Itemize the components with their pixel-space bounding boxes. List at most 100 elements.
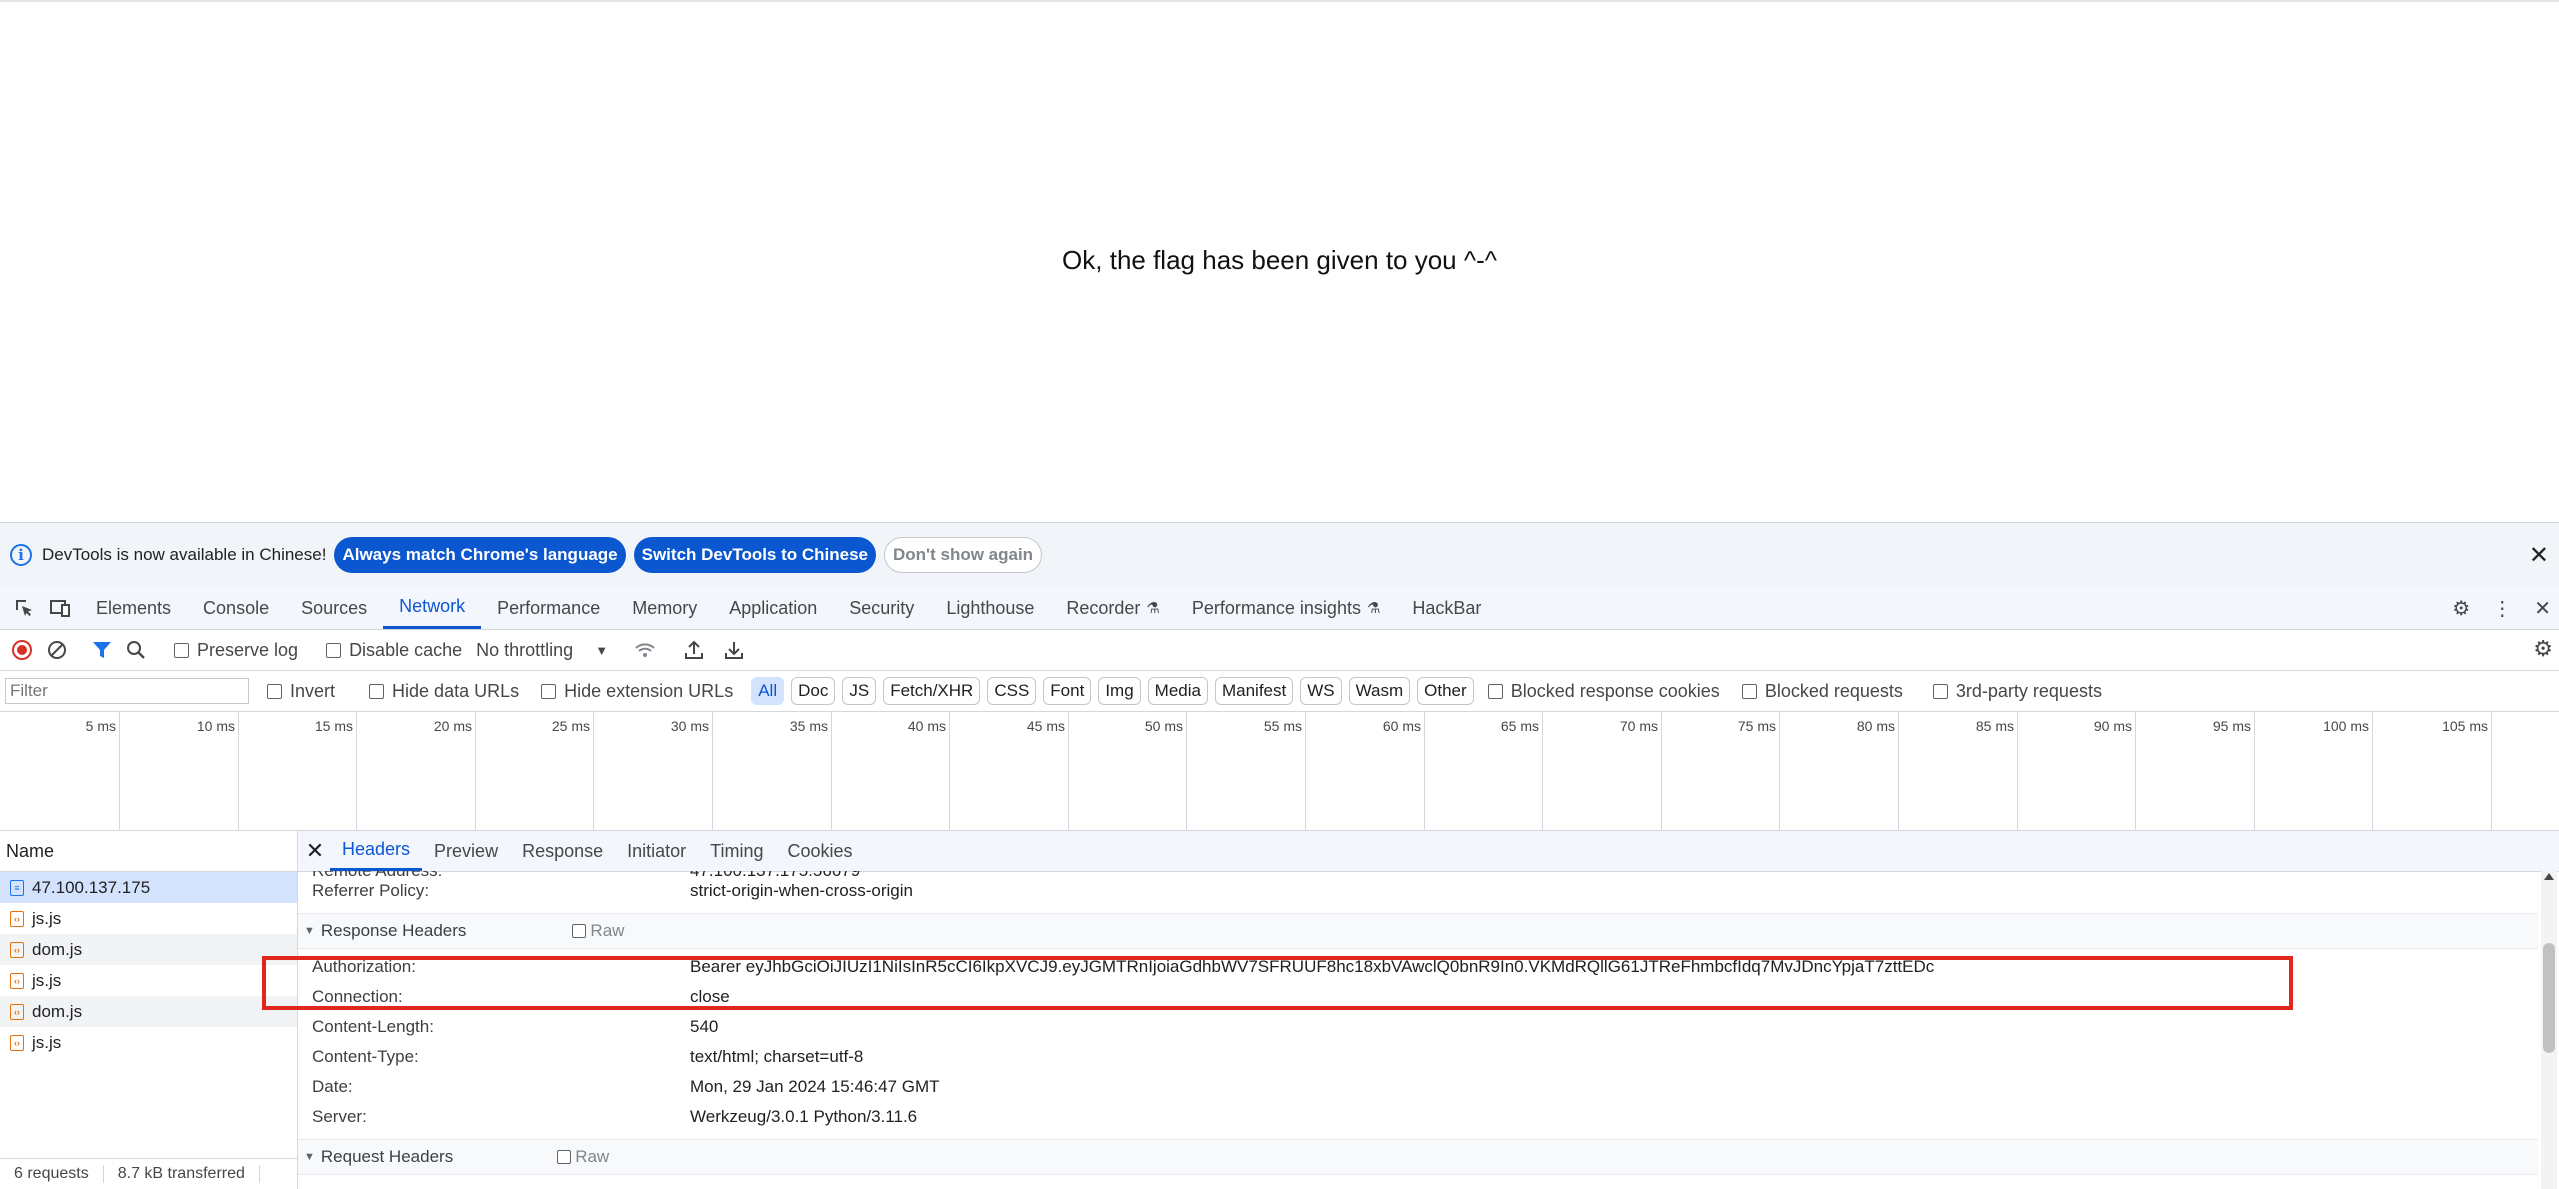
throttling-select[interactable]: No throttling ▼: [476, 640, 608, 661]
filter-type-js[interactable]: JS: [842, 677, 877, 705]
timeline-tick: 85 ms: [1976, 712, 2018, 830]
import-har-icon[interactable]: [684, 640, 704, 660]
filter-icon[interactable]: [92, 640, 112, 660]
hide-extension-urls-box[interactable]: [541, 683, 557, 699]
disable-cache-checkbox[interactable]: Disable cache: [326, 640, 462, 661]
close-details-icon[interactable]: ✕: [300, 838, 330, 864]
script-icon: ‹›: [10, 1003, 24, 1020]
timeline-tick: 80 ms: [1857, 712, 1899, 830]
tab-memory[interactable]: Memory: [616, 587, 713, 629]
raw-checkbox[interactable]: [557, 1150, 572, 1164]
scroll-up-arrow-icon[interactable]: [2544, 873, 2554, 880]
timeline-tick: 30 ms: [671, 712, 713, 830]
header-value: Mon, 29 Jan 2024 15:46:47 GMT: [690, 1077, 940, 1096]
switch-language-button[interactable]: Switch DevTools to Chinese: [633, 537, 877, 573]
filter-input[interactable]: [5, 678, 249, 704]
header-key: Date:: [312, 1077, 353, 1096]
export-har-icon[interactable]: [724, 640, 744, 660]
response-headers-section[interactable]: ▼ Response Headers Raw: [298, 913, 2538, 949]
tab-initiator[interactable]: Initiator: [615, 831, 698, 871]
filter-bar: Invert Hide data URLs Hide extension URL…: [0, 671, 2559, 712]
device-toolbar-icon[interactable]: [48, 596, 72, 620]
details-tabbar: ✕ Headers Preview Response Initiator Tim…: [298, 831, 2559, 872]
third-party-checkbox[interactable]: 3rd-party requests: [1932, 681, 2102, 702]
clear-icon[interactable]: [46, 639, 68, 661]
filter-type-fetch-xhr[interactable]: Fetch/XHR: [883, 677, 981, 705]
filter-type-ws[interactable]: WS: [1300, 677, 1342, 705]
record-icon[interactable]: [12, 640, 32, 660]
dont-show-again-button[interactable]: Don't show again: [884, 537, 1043, 573]
raw-toggle[interactable]: Raw: [557, 1147, 609, 1167]
scroll-thumb[interactable]: [2543, 943, 2555, 1053]
filter-type-media[interactable]: Media: [1147, 677, 1208, 705]
invert-box[interactable]: [267, 683, 282, 699]
request-headers-section[interactable]: ▼ Request Headers Raw: [298, 1139, 2538, 1175]
name-column-header[interactable]: Name: [0, 831, 297, 872]
blocked-response-cookies-box[interactable]: [1487, 683, 1503, 699]
request-row[interactable]: ‹› js.js: [0, 903, 297, 934]
tab-lighthouse[interactable]: Lighthouse: [930, 587, 1050, 629]
blocked-response-cookies-checkbox[interactable]: Blocked response cookies: [1487, 680, 1720, 702]
tab-elements[interactable]: Elements: [80, 587, 187, 629]
tab-recorder[interactable]: Recorder ⚗: [1050, 587, 1175, 629]
filter-type-manifest[interactable]: Manifest: [1214, 677, 1294, 705]
filter-type-wasm[interactable]: Wasm: [1348, 677, 1411, 705]
tab-cookies[interactable]: Cookies: [776, 831, 865, 871]
request-row[interactable]: ‹› dom.js: [0, 996, 297, 1027]
tab-console[interactable]: Console: [187, 587, 285, 629]
network-conditions-icon[interactable]: [634, 640, 656, 660]
raw-toggle[interactable]: Raw: [572, 921, 624, 941]
close-icon[interactable]: ✕: [2529, 541, 2549, 570]
match-language-button[interactable]: Always match Chrome's language: [334, 537, 626, 573]
request-row[interactable]: ‹› js.js: [0, 965, 297, 996]
hide-extension-urls-checkbox[interactable]: Hide extension URLs: [541, 681, 733, 702]
search-icon[interactable]: [126, 640, 146, 660]
tab-performance-insights[interactable]: Performance insights ⚗: [1176, 587, 1397, 629]
request-row[interactable]: ≡ 47.100.137.175: [0, 872, 297, 903]
request-row[interactable]: ‹› dom.js: [0, 934, 297, 965]
disable-cache-box[interactable]: [326, 642, 342, 658]
tab-preview[interactable]: Preview: [422, 831, 510, 871]
hide-data-urls-checkbox[interactable]: Hide data URLs: [369, 681, 519, 702]
tab-security[interactable]: Security: [833, 587, 930, 629]
timeline-tick: 95 ms: [2213, 712, 2255, 830]
tab-sources[interactable]: Sources: [285, 587, 383, 629]
hide-data-urls-box[interactable]: [369, 683, 385, 699]
header-value: strict-origin-when-cross-origin: [690, 881, 913, 900]
header-key: Content-Type:: [312, 1047, 419, 1066]
raw-checkbox[interactable]: [572, 924, 587, 938]
filter-type-all[interactable]: All: [751, 677, 785, 705]
filter-type-css[interactable]: CSS: [987, 677, 1037, 705]
tab-hackbar[interactable]: HackBar: [1396, 587, 1497, 629]
tab-timing[interactable]: Timing: [698, 831, 775, 871]
tab-response[interactable]: Response: [510, 831, 615, 871]
network-settings-icon[interactable]: ⚙: [2533, 636, 2553, 662]
third-party-box[interactable]: [1932, 683, 1948, 699]
tab-headers[interactable]: Headers: [330, 831, 423, 871]
filter-type-font[interactable]: Font: [1043, 677, 1092, 705]
timeline-overview[interactable]: 5 ms 10 ms 15 ms 20 ms 25 ms 30 ms 35 ms 40 ms 4…: [0, 712, 2559, 831]
preserve-log-box[interactable]: [174, 642, 189, 658]
timeline-tick: 105 ms: [2442, 712, 2492, 830]
timeline-tick-label: 90 ms: [2093, 718, 2132, 734]
header-row: Content-Type: text/html; charset=utf-8: [312, 1043, 863, 1071]
inspect-element-icon[interactable]: [12, 596, 36, 620]
tab-performance[interactable]: Performance: [481, 587, 616, 629]
more-options-icon[interactable]: ⋮: [2492, 596, 2512, 621]
blocked-requests-checkbox[interactable]: Blocked requests: [1741, 681, 1903, 702]
details-scrollbar[interactable]: [2541, 871, 2557, 1189]
close-devtools-icon[interactable]: ✕: [2534, 596, 2551, 621]
blocked-requests-box[interactable]: [1741, 683, 1757, 699]
tab-application[interactable]: Application: [713, 587, 833, 629]
filter-type-other[interactable]: Other: [1417, 677, 1474, 705]
tab-network[interactable]: Network: [383, 587, 482, 629]
filter-type-img[interactable]: Img: [1098, 677, 1141, 705]
settings-gear-icon[interactable]: ⚙: [2452, 596, 2470, 621]
tab-recorder-label: Recorder: [1066, 597, 1141, 618]
filter-type-doc[interactable]: Doc: [791, 677, 836, 705]
disable-cache-label: Disable cache: [349, 639, 463, 660]
blocked-response-cookies-label: Blocked response cookies: [1510, 680, 1720, 701]
invert-checkbox[interactable]: Invert: [267, 681, 335, 702]
preserve-log-checkbox[interactable]: Preserve log: [174, 640, 298, 661]
request-row[interactable]: ‹› js.js: [0, 1027, 297, 1058]
